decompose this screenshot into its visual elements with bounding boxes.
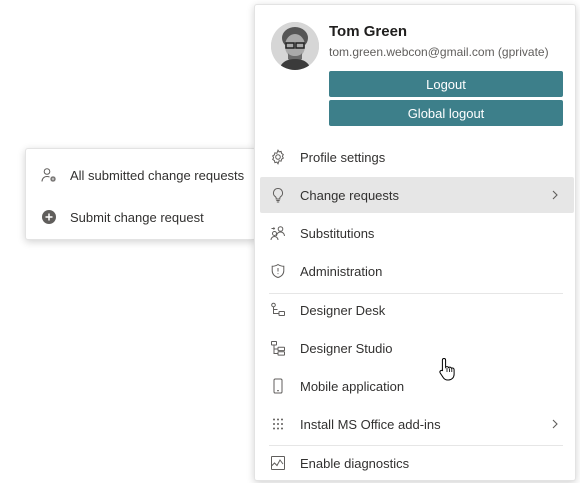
hierarchy-icon [269,339,287,357]
phone-icon [269,377,287,395]
menu-item-mobile-application[interactable]: Mobile application [260,368,574,404]
menu-item-profile-settings[interactable]: Profile settings [260,139,574,175]
menu-item-designer-studio[interactable]: Designer Studio [260,330,574,366]
people-swap-icon [269,224,287,242]
submenu-item-all-submitted[interactable]: All submitted change requests [26,155,255,195]
user-email: tom.green.webcon@gmail.com (gprivate) [329,45,549,59]
global-logout-button[interactable]: Global logout [329,100,563,126]
menu-item-label: Enable diagnostics [300,455,410,471]
menu-item-enable-diagnostics[interactable]: Enable diagnostics [260,445,574,481]
submenu-item-submit-request[interactable]: Submit change request [26,197,255,237]
menu-item-label: Substitutions [300,225,375,241]
gear-icon [269,148,287,166]
add-circle-icon [40,208,58,226]
logout-button[interactable]: Logout [329,71,563,97]
chevron-right-icon [552,190,558,200]
profile-header: Tom Green tom.green.webcon@gmail.com (gp… [255,5,575,140]
person-settings-icon [40,166,58,184]
avatar [271,22,319,70]
menu-item-label: Designer Desk [300,302,386,318]
menu-item-install-office-addins[interactable]: Install MS Office add-ins [260,406,574,442]
submenu-item-label: Submit change request [70,209,204,225]
chart-icon [269,454,287,472]
user-photo-icon [271,22,319,70]
change-requests-submenu: All submitted change requests Submit cha… [25,148,256,240]
menu-item-label: Change requests [300,187,400,203]
menu-item-administration[interactable]: Administration [260,253,574,289]
lightbulb-icon [269,186,287,204]
flow-icon [269,301,287,319]
shield-icon [269,262,287,280]
menu-item-label: Designer Studio [300,340,393,356]
grid-dots-icon [269,415,287,433]
menu-item-label: Install MS Office add-ins [300,416,441,432]
menu-item-label: Mobile application [300,378,405,394]
user-menu: Tom Green tom.green.webcon@gmail.com (gp… [254,4,576,481]
submenu-item-label: All submitted change requests [70,167,245,183]
menu-item-designer-desk[interactable]: Designer Desk [260,292,574,328]
menu-item-change-requests[interactable]: Change requests [260,177,574,381]
menu-item-substitutions[interactable]: Substitutions [260,215,574,251]
chevron-right-icon [552,419,558,429]
menu-item-label: Profile settings [300,149,386,165]
user-name: Tom Green [329,23,408,40]
menu-item-label: Administration [300,263,383,279]
